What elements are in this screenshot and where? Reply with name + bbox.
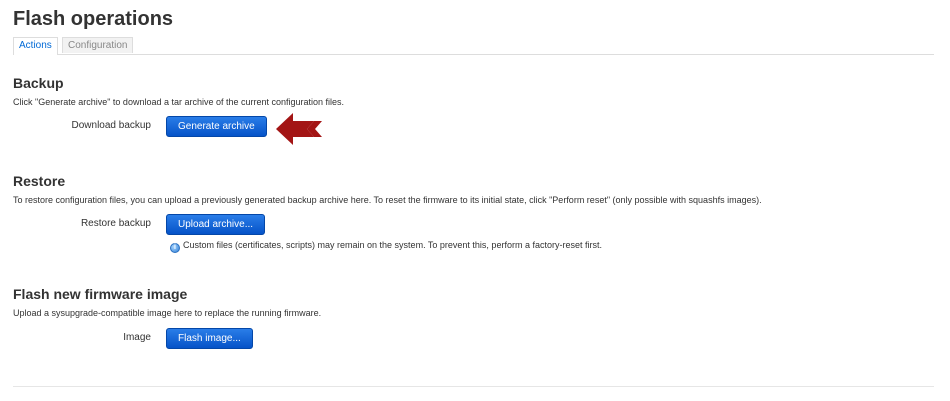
backup-description: Click "Generate archive" to download a t…	[13, 97, 345, 107]
flash-section-title: Flash new firmware image	[13, 286, 188, 302]
tab-bar: Actions Configuration	[13, 37, 934, 55]
restore-description: To restore configuration files, you can …	[13, 195, 762, 205]
restore-hint: i Custom files (certificates, scripts) ma…	[170, 239, 602, 253]
upload-archive-button[interactable]: Upload archive...	[166, 214, 266, 235]
image-label: Image	[123, 332, 151, 343]
download-backup-label: Download backup	[71, 120, 152, 131]
generate-archive-button[interactable]: Generate archive	[166, 116, 267, 137]
page-title: Flash operations	[13, 8, 174, 30]
annotation-arrow-icon	[276, 113, 322, 145]
info-icon: i	[170, 243, 180, 253]
flash-image-button[interactable]: Flash image...	[166, 328, 253, 349]
backup-section-title: Backup	[13, 75, 64, 91]
tab-actions[interactable]: Actions	[13, 37, 58, 55]
restore-backup-label: Restore backup	[80, 218, 151, 229]
tab-configuration[interactable]: Configuration	[62, 37, 134, 53]
restore-hint-text: Custom files (certificates, scripts) may…	[183, 240, 602, 250]
footer-divider	[13, 386, 934, 387]
flash-description: Upload a sysupgrade-compatible image her…	[13, 308, 322, 318]
restore-section-title: Restore	[13, 173, 66, 189]
